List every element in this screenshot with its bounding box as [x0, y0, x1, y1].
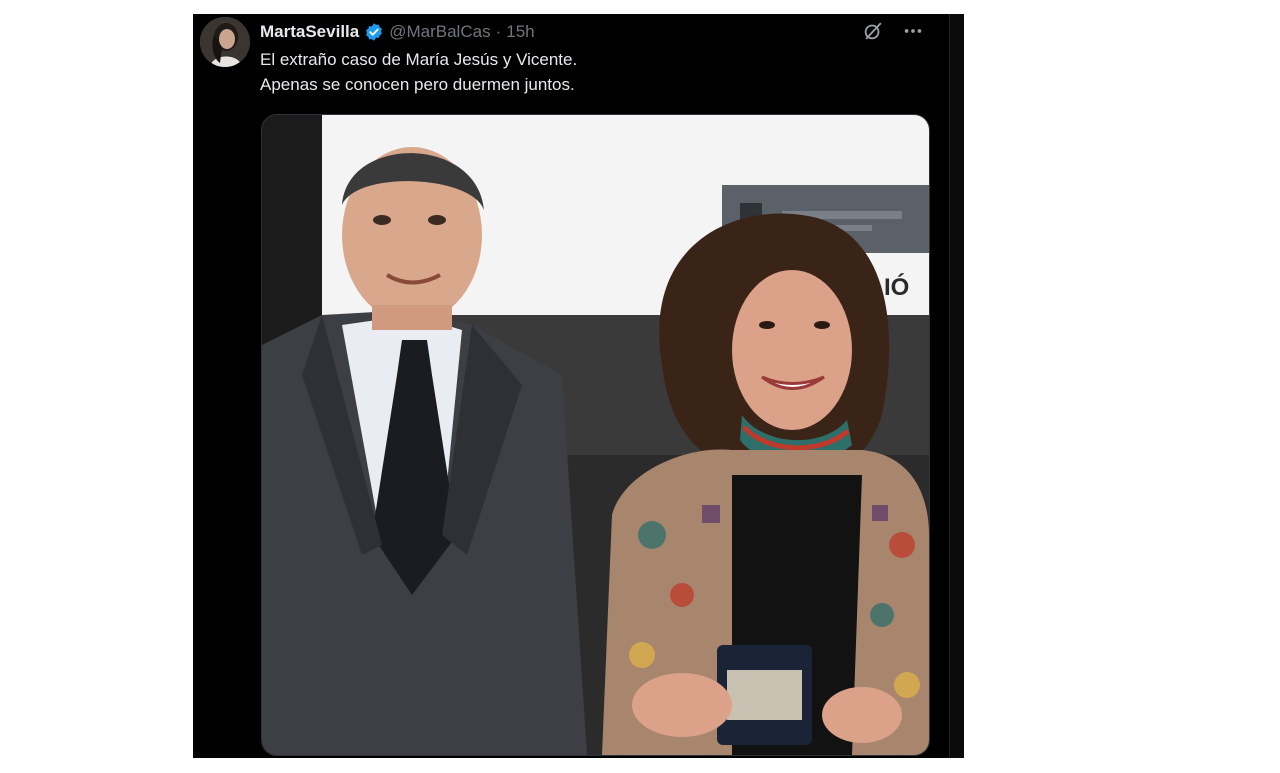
avatar-photo	[200, 17, 250, 67]
tweet-header: MartaSevilla @MarBalCas · 15h	[260, 20, 535, 44]
author-avatar[interactable]	[200, 17, 250, 67]
header-separator: ·	[495, 22, 502, 41]
author-display-name[interactable]: MartaSevilla	[260, 20, 359, 44]
screenshot-canvas: MartaSevilla @MarBalCas · 15h El extraño…	[0, 0, 1280, 773]
tweet-text-line-1: El extraño caso de María Jesús y Vicente…	[260, 50, 578, 69]
author-handle[interactable]: @MarBalCas	[389, 20, 490, 44]
tweet-timestamp[interactable]: 15h	[506, 20, 534, 44]
tweet-text-line-2: Apenas se conocen pero duermen juntos.	[260, 75, 575, 94]
tweet-text: El extraño caso de María Jesús y Vicente…	[260, 47, 910, 97]
event-photo: IÓ	[262, 115, 929, 755]
partial-sign-text: IÓ	[884, 273, 909, 301]
grok-icon[interactable]	[862, 20, 884, 42]
tweet-photo[interactable]: IÓ	[261, 114, 930, 756]
verified-badge-icon	[364, 22, 384, 42]
tweet-card[interactable]: MartaSevilla @MarBalCas · 15h El extraño…	[193, 14, 964, 758]
timeline-edge	[949, 14, 964, 758]
tweet-actions-top	[862, 20, 924, 42]
more-options-icon[interactable]	[902, 20, 924, 42]
